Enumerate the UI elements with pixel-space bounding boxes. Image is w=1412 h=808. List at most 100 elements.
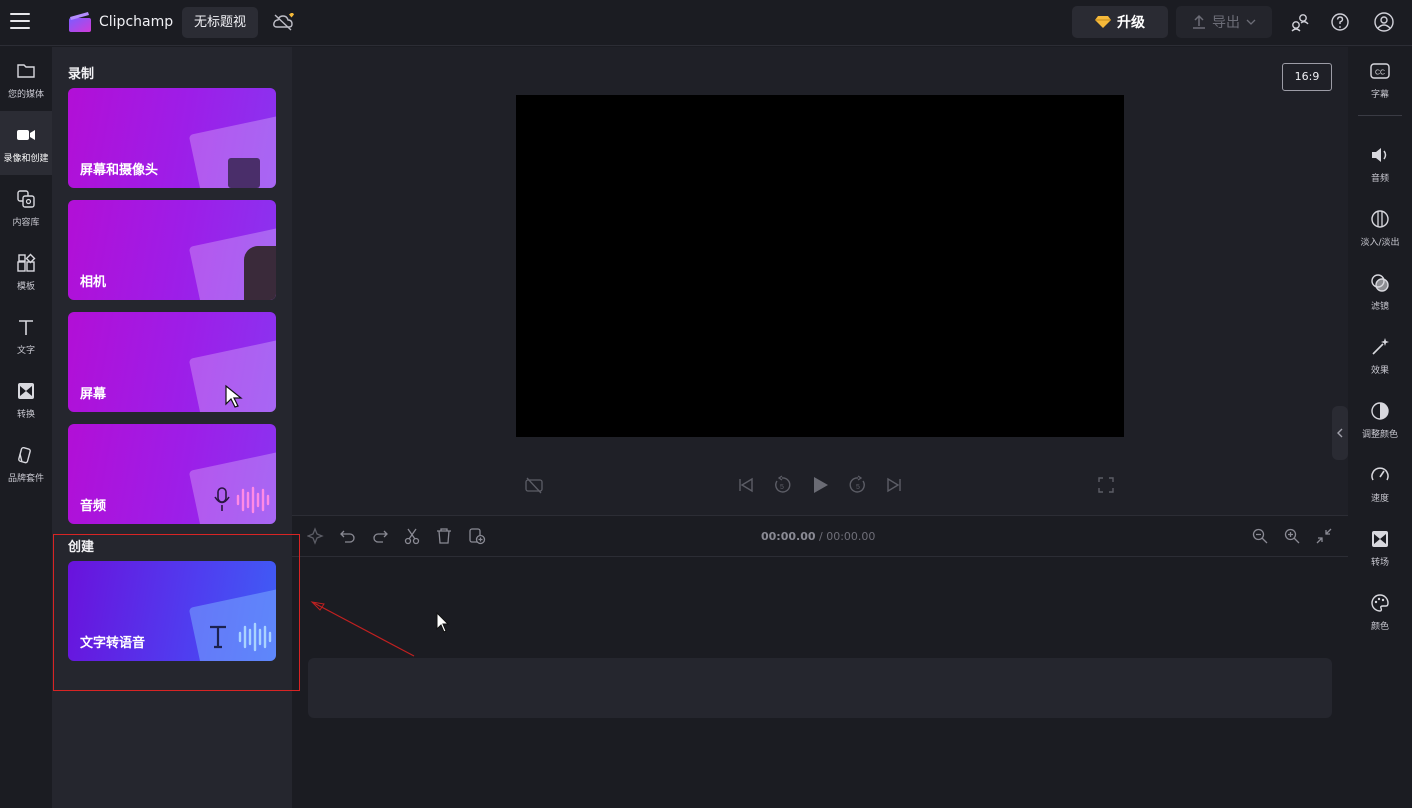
cursor-icon xyxy=(225,384,243,408)
person-thumbnail xyxy=(244,246,276,300)
right-item-label: 滤镜 xyxy=(1370,302,1389,312)
card-camera[interactable]: 相机 xyxy=(68,200,276,300)
nav-label: 您的媒体 xyxy=(7,90,44,100)
magic-sparkle-icon[interactable] xyxy=(307,527,325,545)
zoom-out-icon[interactable] xyxy=(1251,527,1269,545)
add-to-timeline-icon[interactable] xyxy=(468,527,486,545)
right-item-label: 速度 xyxy=(1370,494,1389,504)
card-label: 相机 xyxy=(80,275,107,290)
help-icon[interactable] xyxy=(1329,11,1351,33)
right-properties-nav: CC 字幕 音频 淡入/淡出 滤镜 效果 调整颜色 速度 转场 颜色 xyxy=(1348,47,1412,808)
upgrade-label: 升级 xyxy=(1117,15,1145,31)
nav-label: 转换 xyxy=(16,410,35,420)
timecode: 00:00.00 / 00:00.00 xyxy=(761,530,875,543)
skip-to-start-icon[interactable] xyxy=(736,475,756,495)
video-camera-icon xyxy=(17,130,35,140)
right-item-filters[interactable]: 滤镜 xyxy=(1348,259,1412,323)
right-item-captions[interactable]: CC 字幕 xyxy=(1348,47,1412,111)
mouse-cursor-icon xyxy=(436,612,450,633)
zoom-in-icon[interactable] xyxy=(1283,527,1301,545)
nav-text[interactable]: 文字 xyxy=(0,303,52,367)
annotation-arrow xyxy=(310,601,415,657)
transitions-icon xyxy=(18,383,34,399)
card-label: 屏幕 xyxy=(80,387,107,402)
trash-icon[interactable] xyxy=(435,527,453,545)
text-icon xyxy=(19,320,33,335)
redo-icon[interactable] xyxy=(371,527,389,545)
folder-icon xyxy=(17,64,35,78)
right-item-effects[interactable]: 效果 xyxy=(1348,323,1412,387)
right-item-label: 淡入/淡出 xyxy=(1360,238,1400,248)
record-create-panel: 录制 屏幕和摄像头 相机 屏幕 音频 创建 文字转语音 xyxy=(52,47,292,808)
fullscreen-icon[interactable] xyxy=(1096,475,1116,495)
right-item-color[interactable]: 颜色 xyxy=(1348,579,1412,643)
section-heading-record: 录制 xyxy=(68,67,95,82)
aspect-ratio-button[interactable]: 16:9 xyxy=(1282,63,1332,91)
right-item-transition[interactable]: 转场 xyxy=(1348,515,1412,579)
card-label: 屏幕和摄像头 xyxy=(80,163,159,178)
captions-icon: CC xyxy=(1370,63,1390,79)
current-time: 00:00.00 xyxy=(761,530,816,543)
palette-icon xyxy=(1371,594,1389,612)
right-item-adjust-color[interactable]: 调整颜色 xyxy=(1348,387,1412,451)
rewind-5s-icon[interactable]: 5 xyxy=(772,475,792,495)
nav-your-media[interactable]: 您的媒体 xyxy=(0,47,52,111)
templates-icon xyxy=(17,253,36,272)
app-name: Clipchamp xyxy=(99,14,174,30)
video-preview-canvas[interactable] xyxy=(516,95,1124,437)
card-label: 音频 xyxy=(80,499,107,514)
forward-5s-icon[interactable]: 5 xyxy=(848,475,868,495)
card-screen-and-camera[interactable]: 屏幕和摄像头 xyxy=(68,88,276,188)
diamond-icon xyxy=(1095,16,1111,28)
upgrade-button[interactable]: 升级 xyxy=(1072,6,1168,38)
fade-icon xyxy=(1371,210,1389,228)
svg-text:5: 5 xyxy=(856,484,860,491)
transition-icon xyxy=(1372,531,1388,547)
svg-text:CC: CC xyxy=(1375,70,1385,77)
right-item-label: 颜色 xyxy=(1370,622,1389,632)
content-library-icon xyxy=(17,190,35,208)
speed-gauge-icon xyxy=(1371,467,1389,481)
skip-to-end-icon[interactable] xyxy=(884,475,904,495)
card-audio[interactable]: 音频 xyxy=(68,424,276,524)
play-icon[interactable] xyxy=(810,475,830,495)
right-item-label: 调整颜色 xyxy=(1361,430,1398,440)
clipchamp-logo-icon xyxy=(69,12,91,32)
right-nav-divider xyxy=(1358,115,1402,116)
timeline-track-dropzone[interactable] xyxy=(308,658,1332,718)
svg-text:5: 5 xyxy=(780,484,784,491)
person-thumbnail xyxy=(228,158,260,188)
nav-brand-kit[interactable]: 品牌套件 xyxy=(0,431,52,495)
avatar-icon[interactable] xyxy=(1373,11,1395,33)
scissors-icon[interactable] xyxy=(403,527,421,545)
nav-content-library[interactable]: 内容库 xyxy=(0,175,52,239)
chevron-left-icon xyxy=(1337,428,1343,438)
card-screen[interactable]: 屏幕 xyxy=(68,312,276,412)
share-people-icon[interactable] xyxy=(1289,11,1311,33)
filters-icon xyxy=(1371,274,1389,292)
fit-timeline-icon[interactable] xyxy=(1315,527,1333,545)
right-item-label: 效果 xyxy=(1370,366,1389,376)
nav-templates[interactable]: 模板 xyxy=(0,239,52,303)
cloud-sync-off-icon[interactable] xyxy=(271,11,295,33)
right-item-label: 音频 xyxy=(1370,174,1389,184)
right-item-fade[interactable]: 淡入/淡出 xyxy=(1348,195,1412,259)
right-item-label: 字幕 xyxy=(1370,90,1389,100)
export-button[interactable]: 导出 xyxy=(1176,6,1272,38)
nav-label: 品牌套件 xyxy=(7,474,44,484)
camera-off-icon[interactable] xyxy=(524,475,544,495)
effects-wand-icon xyxy=(1372,338,1389,355)
nav-label: 文字 xyxy=(16,346,35,356)
menu-hamburger-icon[interactable] xyxy=(10,13,30,29)
microphone-waveform-icon xyxy=(214,486,270,514)
nav-transitions[interactable]: 转换 xyxy=(0,367,52,431)
export-label: 导出 xyxy=(1212,15,1240,31)
time-separator: / xyxy=(815,530,827,543)
collapse-properties-button[interactable] xyxy=(1332,406,1348,460)
nav-record-create[interactable]: 录像和创建 xyxy=(0,111,52,175)
right-item-audio[interactable]: 音频 xyxy=(1348,131,1412,195)
chevron-down-icon xyxy=(1246,19,1256,25)
right-item-speed[interactable]: 速度 xyxy=(1348,451,1412,515)
project-title[interactable]: 无标题视 xyxy=(182,7,258,38)
undo-icon[interactable] xyxy=(339,527,357,545)
